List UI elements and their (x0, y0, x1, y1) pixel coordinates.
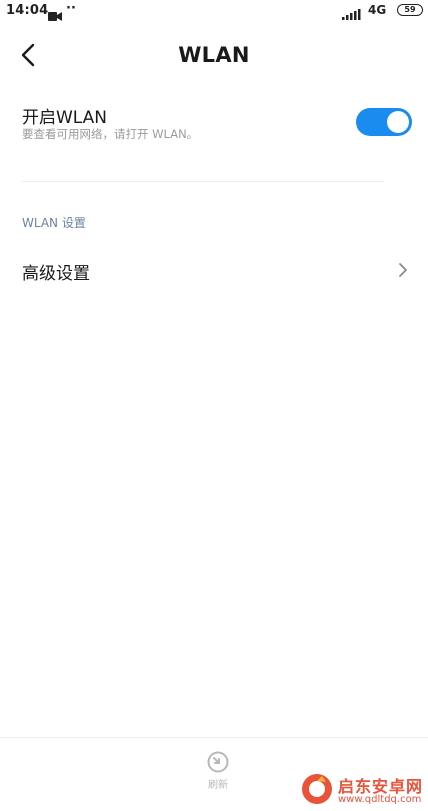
signal-icon (342, 5, 362, 24)
refresh-label: 刷新 (208, 780, 228, 791)
wlan-toggle-subtitle: 要查看可用网络，请打开 WLAN。 (22, 127, 199, 141)
network-type: 4G (368, 3, 387, 17)
toggle-knob (387, 111, 409, 133)
page-title: WLAN (178, 43, 250, 67)
section-header-wlan-settings: WLAN 设置 (22, 216, 86, 230)
chevron-right-icon (397, 261, 409, 283)
refresh-icon (207, 751, 229, 773)
watermark-logo: 启东安卓网 www.qdltdq.com (300, 772, 428, 810)
divider (22, 181, 384, 182)
wlan-toggle-title: 开启WLAN (22, 108, 108, 128)
wlan-toggle-row[interactable]: 开启WLAN 要查看可用网络，请打开 WLAN。 (0, 96, 428, 156)
status-bar: 14:04 ·· 4G 59 (0, 0, 428, 24)
battery-icon: 59 (397, 4, 423, 16)
video-icon (48, 6, 62, 25)
advanced-settings-label: 高级设置 (22, 264, 90, 284)
watermark-emblem-icon (302, 774, 332, 804)
advanced-settings-row[interactable]: 高级设置 (0, 248, 428, 294)
status-dots: ·· (66, 1, 76, 16)
refresh-button[interactable]: 刷新 (196, 750, 240, 800)
watermark-url: www.qdltdq.com (338, 794, 422, 805)
status-time: 14:04 (6, 3, 49, 18)
wlan-toggle-switch[interactable] (356, 108, 412, 136)
